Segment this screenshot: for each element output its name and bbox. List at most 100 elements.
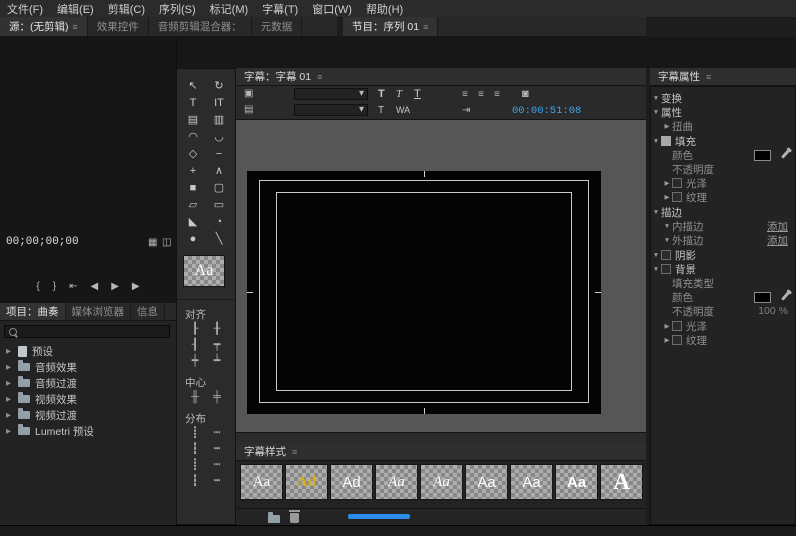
distribute-horizontal-center-button[interactable]: ┇ — [185, 441, 205, 456]
twirl-icon[interactable]: ▶ — [6, 427, 13, 435]
add-anchor-tool[interactable]: + — [180, 162, 206, 179]
texture-checkbox[interactable] — [672, 192, 682, 202]
tab-source-monitor[interactable]: 源：(无剪辑) ≡ — [0, 17, 88, 36]
tab-stops-button[interactable]: ⇥ — [462, 106, 470, 116]
align-top-button[interactable]: ┯ — [207, 337, 227, 352]
align-paragraph-right-button[interactable]: ≡ — [494, 90, 500, 100]
monitor-settings-icon[interactable]: ▦ — [148, 238, 157, 248]
twirl-icon[interactable]: ▶ — [662, 336, 672, 344]
menu-window[interactable]: 窗口(W) — [305, 1, 359, 17]
bin-row-video-transitions[interactable]: ▶ 视频过渡 — [0, 407, 176, 423]
shadow-checkbox[interactable] — [661, 250, 671, 260]
play-button[interactable]: ▶ — [111, 281, 119, 292]
menu-marker[interactable]: 标记(M) — [203, 1, 256, 17]
show-video-button[interactable]: ◙ — [522, 88, 529, 100]
distribute-horizontal-right-button[interactable]: ┋ — [185, 457, 205, 472]
vertical-path-type-tool[interactable]: ◡ — [206, 128, 232, 145]
twirl-icon[interactable]: ▶ — [6, 411, 13, 419]
font-family-select[interactable]: ▾ — [294, 88, 368, 100]
export-frame-icon[interactable]: ◫ — [162, 238, 171, 248]
panel-menu-icon[interactable]: ≡ — [317, 72, 322, 82]
project-search-input[interactable] — [4, 325, 170, 338]
bg-opacity-value[interactable]: 100 % — [758, 305, 788, 317]
tab-media-browser[interactable]: 媒体浏览器 — [66, 303, 132, 320]
twirl-icon[interactable]: ▼ — [651, 209, 661, 216]
center-horizontal-button[interactable]: ╪ — [207, 389, 227, 404]
titler-canvas[interactable] — [236, 120, 646, 432]
delete-anchor-tool[interactable]: − — [206, 145, 232, 162]
underline-button[interactable]: T — [414, 88, 421, 100]
twirl-icon[interactable]: ▶ — [662, 193, 672, 201]
menu-file[interactable]: 文件(F) — [0, 1, 50, 17]
style-swatch[interactable]: Aa — [555, 464, 598, 500]
distribute-vertical-center-button[interactable]: ┅ — [207, 441, 227, 456]
type-tool[interactable]: T — [180, 94, 206, 111]
menu-title[interactable]: 字幕(T) — [255, 1, 305, 17]
eyedropper-icon[interactable] — [781, 149, 790, 158]
bin-row-audio-transitions[interactable]: ▶ 音频过渡 — [0, 375, 176, 391]
timeline-strip[interactable] — [0, 525, 796, 536]
vertical-area-type-tool[interactable]: ▥ — [206, 111, 232, 128]
style-swatch[interactable]: Aa — [420, 464, 463, 500]
step-back-button[interactable]: ◀ — [90, 281, 98, 292]
styles-scrollbar-thumb[interactable] — [348, 514, 410, 519]
twirl-icon[interactable]: ▶ — [6, 379, 13, 387]
titler-timecode[interactable]: 00:00:51:08 — [512, 105, 581, 117]
twirl-icon[interactable]: ▶ — [662, 322, 672, 330]
twirl-icon[interactable]: ▼ — [662, 223, 672, 230]
distribute-vertical-top-button[interactable]: ┉ — [207, 425, 227, 440]
tab-project[interactable]: 项目：曲奏 — [0, 303, 66, 320]
selection-tool[interactable]: ↖ — [180, 77, 206, 94]
eyedropper-icon[interactable] — [781, 291, 790, 300]
twirl-icon[interactable]: ▼ — [651, 138, 661, 145]
style-swatch[interactable]: Aa — [240, 464, 283, 500]
bold-button[interactable]: T — [378, 88, 385, 100]
center-vertical-button[interactable]: ╫ — [185, 389, 205, 404]
rectangle-tool[interactable]: ■ — [180, 179, 206, 196]
wedge-tool[interactable]: ◣ — [180, 213, 206, 230]
twirl-icon[interactable]: ▶ — [662, 179, 672, 187]
twirl-icon[interactable]: ▶ — [6, 395, 13, 403]
distribute-horizontal-left-button[interactable]: ┋ — [185, 425, 205, 440]
new-title-button[interactable]: ▣ — [244, 89, 253, 99]
style-swatch[interactable]: Aa — [465, 464, 508, 500]
rounded-rectangle-tool[interactable]: ▢ — [206, 179, 232, 196]
font-style-select[interactable]: ▾ — [294, 104, 368, 116]
small-caps-button[interactable]: T — [378, 105, 384, 116]
twirl-icon[interactable]: ▼ — [651, 109, 661, 116]
panel-menu-icon[interactable]: ≡ — [292, 447, 297, 457]
step-forward-button[interactable]: ▶ — [132, 281, 140, 292]
mark-in-button[interactable]: { — [36, 281, 39, 292]
align-bottom-button[interactable]: ┷ — [207, 353, 227, 368]
align-left-button[interactable]: ┠ — [185, 321, 205, 336]
tab-audio-clip-mixer[interactable]: 音频剪辑混合器： — [149, 17, 252, 36]
fill-color-swatch[interactable] — [754, 150, 771, 161]
style-preview-swatch[interactable]: Aa — [183, 255, 225, 287]
align-horizontal-center-button[interactable]: ╂ — [207, 321, 227, 336]
twirl-icon[interactable]: ▶ — [662, 122, 672, 130]
round-rectangle-tool[interactable]: ▭ — [206, 196, 232, 213]
kerning-button[interactable]: WA — [396, 105, 410, 115]
title-video-area[interactable] — [247, 171, 601, 414]
pen-tool[interactable]: ◇ — [180, 145, 206, 162]
background-checkbox[interactable] — [661, 264, 671, 274]
align-paragraph-center-button[interactable]: ≡ — [478, 90, 484, 100]
distribute-horizontal-even-button[interactable]: ┇ — [185, 473, 205, 488]
vertical-type-tool[interactable]: IT — [206, 94, 232, 111]
go-to-in-button[interactable]: ⇤ — [69, 281, 77, 292]
twirl-icon[interactable]: ▼ — [662, 237, 672, 244]
bg-sheen-checkbox[interactable] — [672, 321, 682, 331]
align-vertical-center-button[interactable]: ┿ — [185, 353, 205, 368]
bg-texture-checkbox[interactable] — [672, 335, 682, 345]
twirl-icon[interactable]: ▼ — [651, 266, 661, 273]
bin-row-audio-effects[interactable]: ▶ 音频效果 — [0, 359, 176, 375]
tab-info[interactable]: 信息 — [131, 303, 165, 320]
bin-row-lumetri-presets[interactable]: ▶ Lumetri 预设 — [0, 423, 176, 439]
twirl-icon[interactable]: ▶ — [6, 363, 13, 371]
new-folder-icon[interactable] — [268, 515, 280, 523]
style-swatch[interactable]: Ad — [330, 464, 373, 500]
line-tool[interactable]: ╲ — [206, 230, 232, 247]
bin-row-presets[interactable]: ▶ 预设 — [0, 343, 176, 359]
mark-out-button[interactable]: } — [53, 281, 56, 292]
style-swatch[interactable]: Aa — [510, 464, 553, 500]
